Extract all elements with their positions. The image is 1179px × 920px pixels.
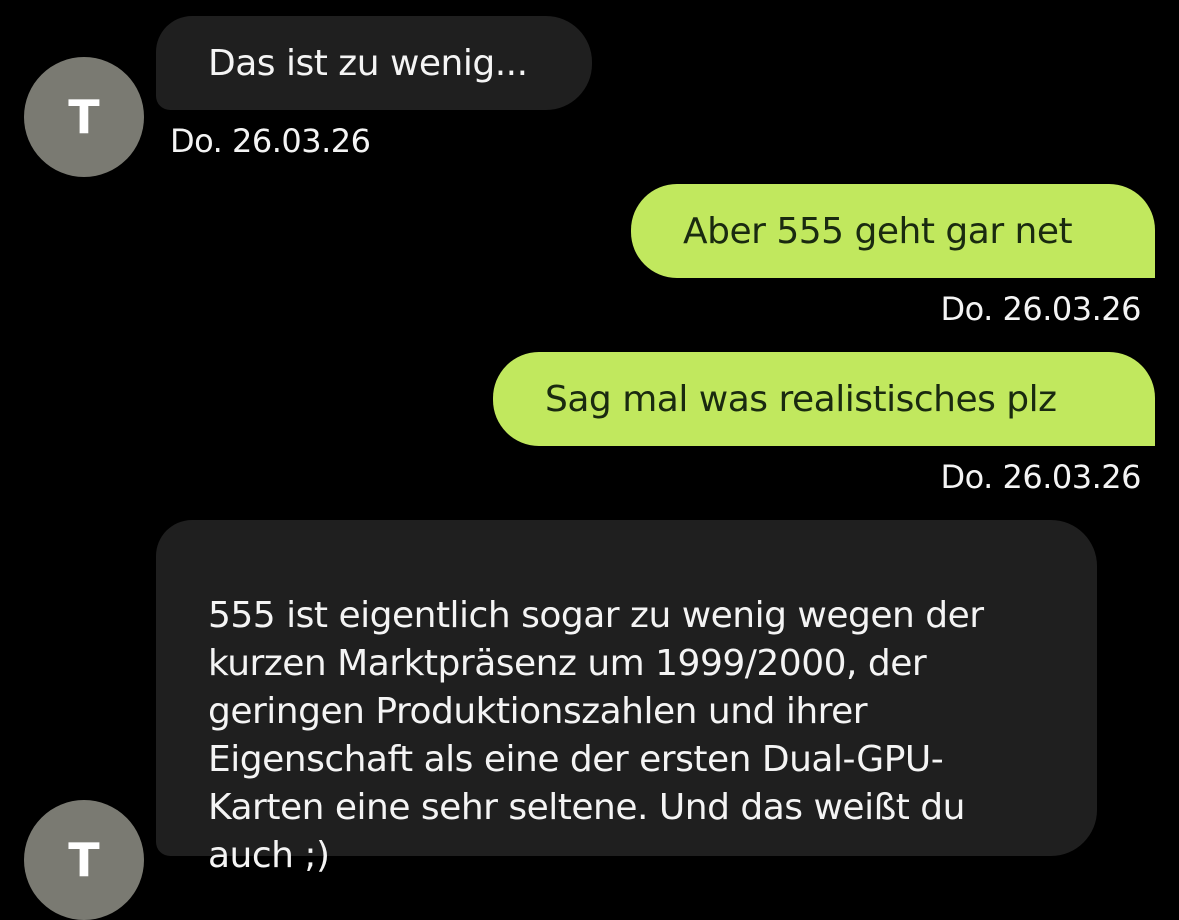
contact-avatar[interactable]: T <box>24 800 144 920</box>
outgoing-message-bubble[interactable]: Aber 555 geht gar net <box>631 184 1155 278</box>
message-timestamp: Do. 26.03.26 <box>940 458 1142 496</box>
outgoing-message-bubble[interactable]: Sag mal was realistisches plz <box>493 352 1155 446</box>
message-text: Sag mal was realistisches plz <box>545 379 1057 420</box>
message-text: 555 ist eigentlich sogar zu wenig wegen … <box>208 595 984 876</box>
message-timestamp: Do. 26.03.26 <box>940 290 1142 328</box>
avatar-initial: T <box>68 833 100 887</box>
chat-thread: T Das ist zu wenig... Do. 26.03.26 Aber … <box>0 0 1179 920</box>
message-text: Aber 555 geht gar net <box>683 211 1073 252</box>
message-text: Das ist zu wenig... <box>208 43 528 84</box>
avatar-initial: T <box>68 90 100 144</box>
incoming-message-bubble[interactable]: 555 ist eigentlich sogar zu wenig wegen … <box>156 520 1097 876</box>
incoming-message-bubble[interactable]: Das ist zu wenig... <box>156 16 592 110</box>
message-timestamp: Do. 26.03.26 <box>170 122 371 160</box>
contact-avatar[interactable]: T <box>24 57 144 177</box>
